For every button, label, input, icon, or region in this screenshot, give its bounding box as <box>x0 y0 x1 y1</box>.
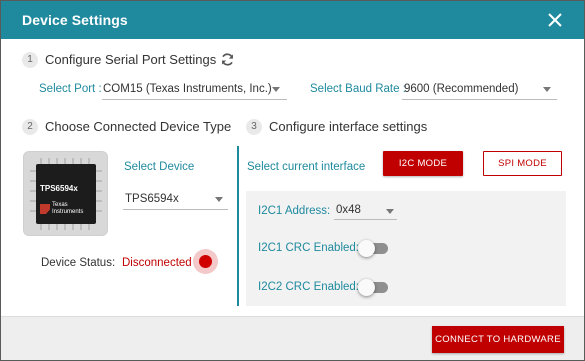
baud-select-underline <box>402 99 557 100</box>
chip-package: TPS6594x Texas Instruments <box>36 164 96 224</box>
i2c1-address-underline <box>334 219 397 220</box>
i2c1-address-label: I2C1 Address: <box>258 205 331 217</box>
i2c-settings-panel: I2C1 Address: 0x48 I2C1 CRC Enabled: I2C… <box>246 191 566 306</box>
chip-part-number: TPS6594x <box>40 184 78 193</box>
i2c2-crc-toggle-knob <box>358 279 375 296</box>
device-chip-image: TPS6594x Texas Instruments <box>23 151 108 236</box>
chip-brand: Texas Instruments <box>52 202 84 215</box>
i2c1-address-chevron-down-icon[interactable] <box>386 209 394 214</box>
i2c1-crc-label: I2C1 CRC Enabled: <box>258 242 359 254</box>
device-status-label: Device Status: <box>41 257 116 269</box>
port-label: Select Port : <box>39 83 102 95</box>
port-chevron-down-icon[interactable] <box>272 87 280 92</box>
spi-mode-button[interactable]: SPI MODE <box>483 151 562 176</box>
step-1-number: 1 <box>22 52 38 68</box>
i2c2-crc-toggle[interactable] <box>358 278 390 296</box>
baud-chevron-down-icon[interactable] <box>543 87 551 92</box>
i2c2-crc-label: I2C2 CRC Enabled: <box>258 281 359 293</box>
device-select-underline <box>123 209 228 210</box>
i2c1-crc-toggle-knob <box>358 240 375 257</box>
refresh-icon[interactable] <box>220 52 235 67</box>
baud-label: Select Baud Rate : <box>310 83 406 95</box>
step-3-number: 3 <box>246 119 262 135</box>
connect-to-hardware-button[interactable]: CONNECT TO HARDWARE <box>432 326 564 353</box>
baud-select[interactable]: 9600 (Recommended) <box>404 83 518 95</box>
device-status-value: Disconnected <box>122 257 192 269</box>
current-interface-label: Select current interface <box>247 161 366 173</box>
i2c1-crc-toggle[interactable] <box>358 239 390 257</box>
section-divider <box>237 146 239 306</box>
status-indicator <box>193 249 218 274</box>
step-1-title: Configure Serial Port Settings <box>45 52 217 67</box>
step-2-title: Choose Connected Device Type <box>45 119 232 134</box>
dialog-footer: CONNECT TO HARDWARE <box>1 316 584 360</box>
select-device-label: Select Device <box>124 161 195 173</box>
port-select[interactable]: COM15 (Texas Instruments, Inc.) <box>103 83 272 95</box>
ti-logo-icon <box>40 204 50 214</box>
device-chevron-down-icon[interactable] <box>215 197 223 202</box>
dialog-titlebar: Device Settings <box>1 1 584 39</box>
step-3-title: Configure interface settings <box>269 119 428 134</box>
i2c-mode-button[interactable]: I2C MODE <box>383 151 463 176</box>
close-icon[interactable] <box>546 11 564 29</box>
step-2-number: 2 <box>22 119 38 135</box>
status-dot-icon <box>199 255 212 268</box>
dialog-title: Device Settings <box>22 12 128 28</box>
port-select-underline <box>102 99 287 100</box>
device-select[interactable]: TPS6594x <box>125 193 179 205</box>
i2c1-address-select[interactable]: 0x48 <box>336 204 361 216</box>
device-settings-dialog: Device Settings 1 Configure Serial Port … <box>0 0 585 361</box>
